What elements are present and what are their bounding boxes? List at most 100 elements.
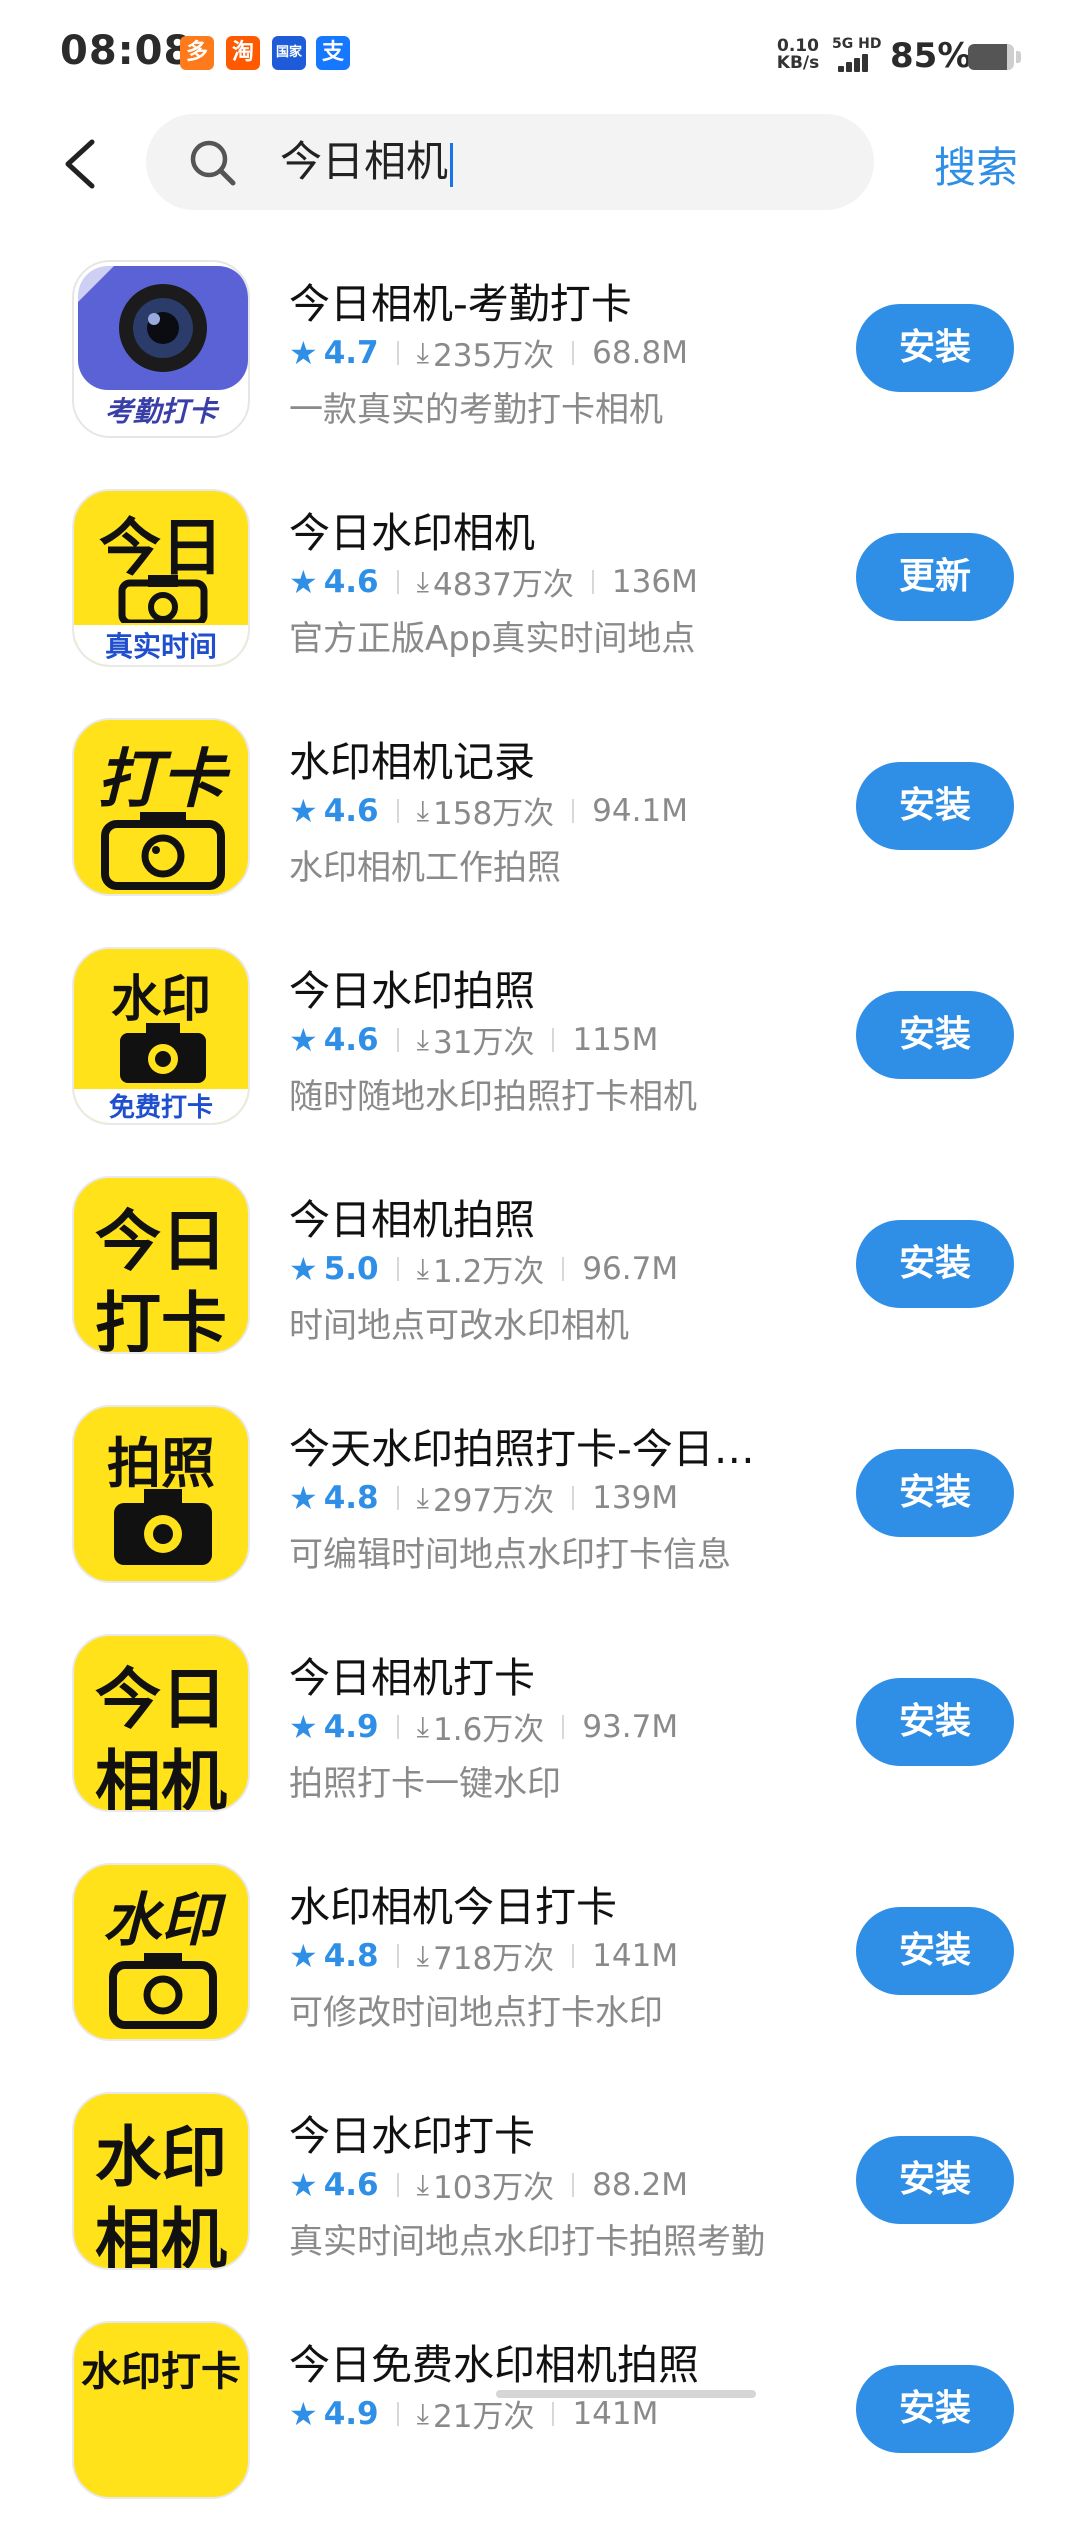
list-item[interactable]: 今日 真实时间 今日水印相机 ★ 4.6 ⤓ 4837万次 136M 官方正版A…	[0, 481, 1080, 710]
battery-percent: 85%	[890, 36, 972, 76]
star-icon: ★	[289, 2394, 318, 2433]
text-caret	[450, 142, 454, 187]
app-icon-photo[interactable]: 拍照	[72, 1405, 250, 1583]
app-downloads: 1.6万次	[433, 1712, 545, 1748]
divider	[591, 569, 594, 594]
app-meta: ★ 4.9 ⤓ 1.6万次 93.7M	[289, 1704, 678, 1749]
app-description: 随时随地水印拍照打卡相机	[289, 1077, 697, 1117]
search-button[interactable]: 搜索	[934, 134, 1018, 195]
app-title[interactable]: 水印相机记录	[289, 728, 535, 788]
star-icon: ★	[289, 1020, 318, 1059]
divider	[552, 2401, 555, 2426]
list-item[interactable]: 水印打卡 今日免费水印相机拍照 ★ 4.9 ⤓ 21万次 141M 安装	[0, 2313, 1080, 2542]
chevron-left-icon	[65, 139, 95, 189]
app-title[interactable]: 今日水印相机	[289, 499, 535, 559]
download-icon: ⤓	[416, 564, 429, 598]
app-icon-watermark-photo[interactable]: 水印 免费打卡	[72, 947, 250, 1125]
app-icon-today-clockin[interactable]: 今日 打卡	[72, 1176, 250, 1354]
divider	[396, 1256, 399, 1281]
app-icon-free-watermark[interactable]: 水印打卡	[72, 2321, 250, 2499]
camera-icon	[118, 575, 208, 623]
install-button[interactable]: 安装	[856, 1907, 1014, 1995]
app-title[interactable]: 今天水印拍照打卡-今日…	[289, 1415, 755, 1475]
app-title[interactable]: 今日相机-考勤打卡	[289, 270, 632, 330]
search-icon	[190, 140, 236, 186]
icon-label: 水印	[102, 1886, 219, 1954]
home-indicator[interactable]	[496, 2390, 756, 2398]
taobao-notification-icon: 淘	[226, 36, 260, 70]
divider	[396, 2401, 399, 2426]
icon-label: 水印打卡	[81, 2349, 241, 2395]
list-item[interactable]: 考勤打卡 今日相机-考勤打卡 ★ 4.7 ⤓ 235万次 68.8M 一款真实的…	[0, 252, 1080, 481]
download-icon: ⤓	[416, 1480, 429, 1514]
install-button[interactable]: 安装	[856, 1220, 1014, 1308]
divider	[572, 1943, 575, 1968]
search-query[interactable]: 今日相机	[280, 132, 454, 192]
list-item[interactable]: 打卡 水印相机记录 ★ 4.6 ⤓ 158万次 94.1M 水印相机工作拍照 安…	[0, 710, 1080, 939]
update-button[interactable]: 更新	[856, 533, 1014, 621]
divider	[562, 1256, 565, 1281]
list-item[interactable]: 拍照 今天水印拍照打卡-今日… ★ 4.8 ⤓ 297万次 139M 可编辑时间…	[0, 1397, 1080, 1626]
app-size: 139M	[592, 1479, 679, 1516]
app-rating: 5.0	[323, 1250, 379, 1287]
search-input[interactable]: 今日相机	[146, 114, 874, 210]
app-downloads: 1.2万次	[433, 1254, 545, 1290]
app-rating: 4.6	[323, 792, 379, 829]
app-description: 官方正版App真实时间地点	[289, 619, 696, 659]
app-icon-camera[interactable]: 考勤打卡	[72, 260, 250, 438]
battery-icon	[968, 44, 1014, 70]
divider	[572, 798, 575, 823]
list-item[interactable]: 水印 水印相机今日打卡 ★ 4.8 ⤓ 718万次 141M 可修改时间地点打卡…	[0, 1855, 1080, 2084]
app-icon-today-watermark[interactable]: 今日 真实时间	[72, 489, 250, 667]
app-icon-clock-in[interactable]: 打卡	[72, 718, 250, 896]
list-item[interactable]: 今日 相机 今日相机打卡 ★ 4.9 ⤓ 1.6万次 93.7M 拍照打卡一键水…	[0, 1626, 1080, 1855]
app-description: 水印相机工作拍照	[289, 848, 561, 888]
app-title[interactable]: 水印相机今日打卡	[289, 1873, 617, 1933]
app-icon-watermark-camera[interactable]: 水印	[72, 1863, 250, 2041]
install-button[interactable]: 安装	[856, 2136, 1014, 2224]
network-speed: 0.10 KB/s	[773, 38, 823, 72]
battery-tip	[1016, 51, 1021, 63]
app-icon-watermark-camera2[interactable]: 水印 相机	[72, 2092, 250, 2270]
app-icon-today-camera[interactable]: 今日 相机	[72, 1634, 250, 1812]
status-bar: 08:08 多 淘 国家 支 0.10 KB/s 5G HD 85%	[0, 0, 1080, 110]
app-title[interactable]: 今日水印打卡	[289, 2102, 535, 2162]
app-title[interactable]: 今日水印拍照	[289, 957, 535, 1017]
app-downloads: 158万次	[433, 796, 555, 832]
star-icon: ★	[289, 791, 318, 830]
list-item[interactable]: 水印 相机 今日水印打卡 ★ 4.6 ⤓ 103万次 88.2M 真实时间地点水…	[0, 2084, 1080, 2313]
app-title[interactable]: 今日免费水印相机拍照	[289, 2331, 699, 2391]
install-button[interactable]: 安装	[856, 304, 1014, 392]
install-button[interactable]: 安装	[856, 1678, 1014, 1766]
app-size: 136M	[611, 563, 698, 600]
download-icon: ⤓	[416, 2167, 429, 2201]
signal-icon	[830, 52, 880, 72]
app-description: 真实时间地点水印打卡拍照考勤	[289, 2222, 765, 2262]
app-meta: ★ 4.8 ⤓ 718万次 141M	[289, 1933, 678, 1978]
star-icon: ★	[289, 1707, 318, 1746]
install-button[interactable]: 安装	[856, 991, 1014, 1079]
app-description: 时间地点可改水印相机	[289, 1306, 629, 1346]
app-rating: 4.8	[323, 1937, 379, 1974]
star-icon: ★	[289, 1478, 318, 1517]
back-button[interactable]	[50, 126, 110, 202]
app-title[interactable]: 今日相机拍照	[289, 1186, 535, 1246]
list-item[interactable]: 今日 打卡 今日相机拍照 ★ 5.0 ⤓ 1.2万次 96.7M 时间地点可改水…	[0, 1168, 1080, 1397]
icon-sublabel: 真实时间	[74, 625, 248, 665]
download-icon: ⤓	[416, 1938, 429, 1972]
download-icon: ⤓	[416, 2396, 429, 2430]
app-size: 94.1M	[592, 792, 688, 829]
network-speed-unit: KB/s	[776, 53, 820, 73]
app-size: 68.8M	[592, 334, 688, 371]
app-downloads: 103万次	[433, 2170, 555, 2206]
app-meta: ★ 4.7 ⤓ 235万次 68.8M	[289, 330, 688, 375]
install-button[interactable]: 安装	[856, 2365, 1014, 2453]
divider	[396, 569, 399, 594]
divider	[396, 1485, 399, 1510]
list-item[interactable]: 水印 免费打卡 今日水印拍照 ★ 4.6 ⤓ 31万次 115M 随时随地水印拍…	[0, 939, 1080, 1168]
install-button[interactable]: 安装	[856, 762, 1014, 850]
install-button[interactable]: 安装	[856, 1449, 1014, 1537]
notification-app-icon: 多	[180, 36, 214, 70]
app-meta: ★ 4.6 ⤓ 31万次 115M	[289, 1017, 658, 1062]
app-title[interactable]: 今日相机打卡	[289, 1644, 535, 1704]
